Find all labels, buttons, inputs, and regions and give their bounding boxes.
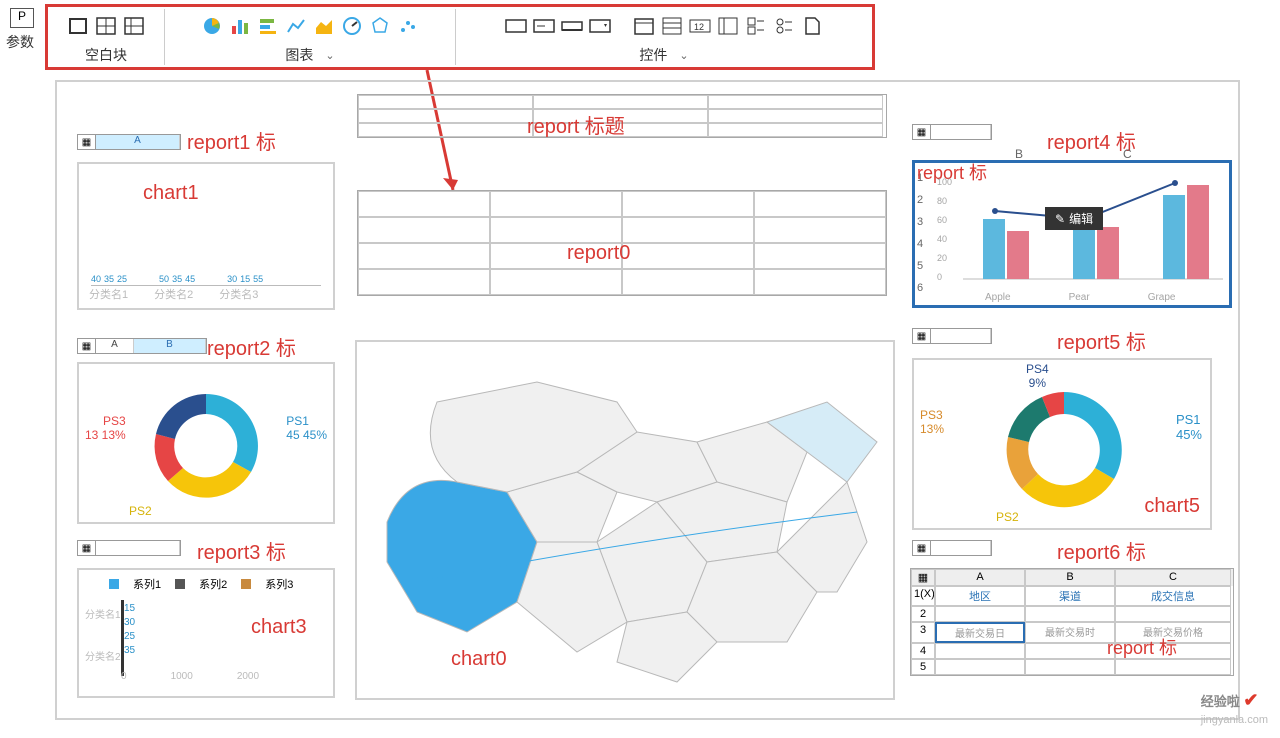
chart3-legend: 系列1 系列2 系列3 bbox=[109, 576, 293, 592]
report4-yticks: 100806040200 bbox=[937, 173, 952, 287]
chart5-title: chart5 bbox=[1144, 495, 1200, 518]
chart5-lbl-ps2: PS2 bbox=[996, 510, 1019, 524]
widget-radio-icon[interactable] bbox=[773, 15, 795, 37]
widget-text-icon[interactable] bbox=[505, 15, 527, 37]
chart2-widget[interactable]: PS145 45% PS313 13% PS2 bbox=[77, 362, 335, 524]
grid-2-icon[interactable] bbox=[123, 15, 145, 37]
radar-chart-icon[interactable] bbox=[369, 15, 391, 37]
gauge-chart-icon[interactable] bbox=[341, 15, 363, 37]
chart0-map-widget[interactable] bbox=[355, 340, 895, 700]
donut-label-ps1: PS145 45% bbox=[286, 414, 327, 442]
report4-widget[interactable]: 123456 BC report 标 100806040200 ✎编辑 Appl… bbox=[912, 160, 1232, 308]
toolbar-widget-label: 控件 bbox=[639, 45, 667, 65]
chevron-down-icon[interactable]: ⌄ bbox=[325, 49, 334, 62]
watermark: 经验啦 ✔ jingyanla.com bbox=[1201, 690, 1268, 726]
blank-new-icon[interactable] bbox=[67, 15, 89, 37]
chart3-values: 15302535 bbox=[124, 602, 135, 658]
widget-button-icon[interactable] bbox=[561, 15, 583, 37]
pie-chart-icon[interactable] bbox=[201, 15, 223, 37]
chart3-xticks: 010002000 bbox=[121, 671, 259, 682]
scatter-chart-icon[interactable] bbox=[397, 15, 419, 37]
chart0-label: chart0 bbox=[451, 648, 507, 671]
bar-chart-icon[interactable] bbox=[229, 15, 251, 37]
widget-checkbox-icon[interactable] bbox=[745, 15, 767, 37]
design-canvas[interactable]: report 标题 report0 bbox=[55, 80, 1240, 720]
report4-header[interactable]: ▦ bbox=[912, 124, 992, 140]
report-title-label: report 标题 bbox=[527, 110, 625, 139]
report4-colheaders: BC bbox=[1015, 147, 1132, 161]
chevron-down-icon[interactable]: ⌄ bbox=[679, 49, 688, 62]
chart1-title: chart1 bbox=[143, 182, 199, 205]
chart5-lbl-ps4: PS49% bbox=[1026, 362, 1049, 390]
grid-1-icon[interactable] bbox=[95, 15, 117, 37]
chart3-widget[interactable]: 系列1 系列2 系列3 chart3 分类名1 分类名2 15302535 01… bbox=[77, 568, 335, 698]
chart5-lbl-ps1: PS145% bbox=[1176, 412, 1202, 442]
widget-file-icon[interactable] bbox=[801, 15, 823, 37]
toolbar-chart-label: 图表 bbox=[285, 45, 313, 65]
parameter-panel-label: 参数 bbox=[6, 32, 34, 52]
toolbar: 空白块 图表 ⌄ 12 控件 ⌄ bbox=[45, 4, 875, 70]
report3-header[interactable]: ▦ bbox=[77, 540, 181, 556]
report5-header[interactable]: ▦ bbox=[912, 328, 992, 344]
report4-chart bbox=[963, 171, 1231, 291]
widget-label-icon[interactable] bbox=[533, 15, 555, 37]
report6-label: report6 标 bbox=[1057, 536, 1146, 565]
widget-list-icon[interactable] bbox=[717, 15, 739, 37]
report2-label: report2 标 bbox=[207, 332, 296, 361]
chart3-title: chart3 bbox=[251, 616, 307, 639]
chart3-ylabel2: 分类名2 bbox=[85, 648, 121, 663]
line-chart-icon[interactable] bbox=[285, 15, 307, 37]
hbar-chart-icon[interactable] bbox=[257, 15, 279, 37]
report6-header[interactable]: ▦ bbox=[912, 540, 992, 556]
chart1-widget[interactable]: chart1 403525 503545 301555 分类名1分类名2分类名3 bbox=[77, 162, 335, 310]
report4-xcats: ApplePearGrape bbox=[985, 292, 1176, 303]
report0-label: report0 bbox=[567, 242, 630, 265]
china-map-icon bbox=[357, 342, 893, 698]
chart1-values: 403525 503545 301555 bbox=[91, 274, 263, 284]
report2-header[interactable]: ▦AB bbox=[77, 338, 207, 354]
area-chart-icon[interactable] bbox=[313, 15, 335, 37]
donut-label-ps3: PS313 13% bbox=[85, 414, 126, 442]
edit-button[interactable]: ✎编辑 bbox=[1045, 207, 1103, 230]
edit-icon: ✎ bbox=[1055, 212, 1065, 226]
donut-label-ps2: PS2 bbox=[129, 504, 152, 518]
svg-text:12: 12 bbox=[694, 22, 704, 32]
chart3-ylabel1: 分类名1 bbox=[85, 606, 121, 621]
table6[interactable]: ▦ A B C 1(X) 地区 渠道 成交信息 2 3 最新交易日 最新交易时 … bbox=[910, 568, 1234, 676]
report4-rownums: 123456 bbox=[917, 167, 923, 299]
chart2-donut bbox=[79, 364, 333, 522]
chart1-categories: 分类名1分类名2分类名3 bbox=[89, 286, 258, 302]
chart5-widget[interactable]: PS49% PS313% PS145% PS2 chart5 bbox=[912, 358, 1212, 530]
report5-label: report5 标 bbox=[1057, 326, 1146, 355]
parameter-panel-button[interactable]: P bbox=[10, 8, 34, 28]
widget-date-icon[interactable] bbox=[633, 15, 655, 37]
chart5-lbl-ps3: PS313% bbox=[920, 408, 944, 436]
report1-header[interactable]: ▦A bbox=[77, 134, 181, 150]
toolbar-blank-label: 空白块 bbox=[85, 43, 127, 65]
report-small2-label: report 标 bbox=[1107, 634, 1177, 660]
widget-number-icon[interactable]: 12 bbox=[689, 15, 711, 37]
report1-label: report1 标 bbox=[187, 126, 276, 155]
widget-tree-icon[interactable] bbox=[661, 15, 683, 37]
widget-combobox-icon[interactable] bbox=[589, 15, 611, 37]
report3-label: report3 标 bbox=[197, 536, 286, 565]
